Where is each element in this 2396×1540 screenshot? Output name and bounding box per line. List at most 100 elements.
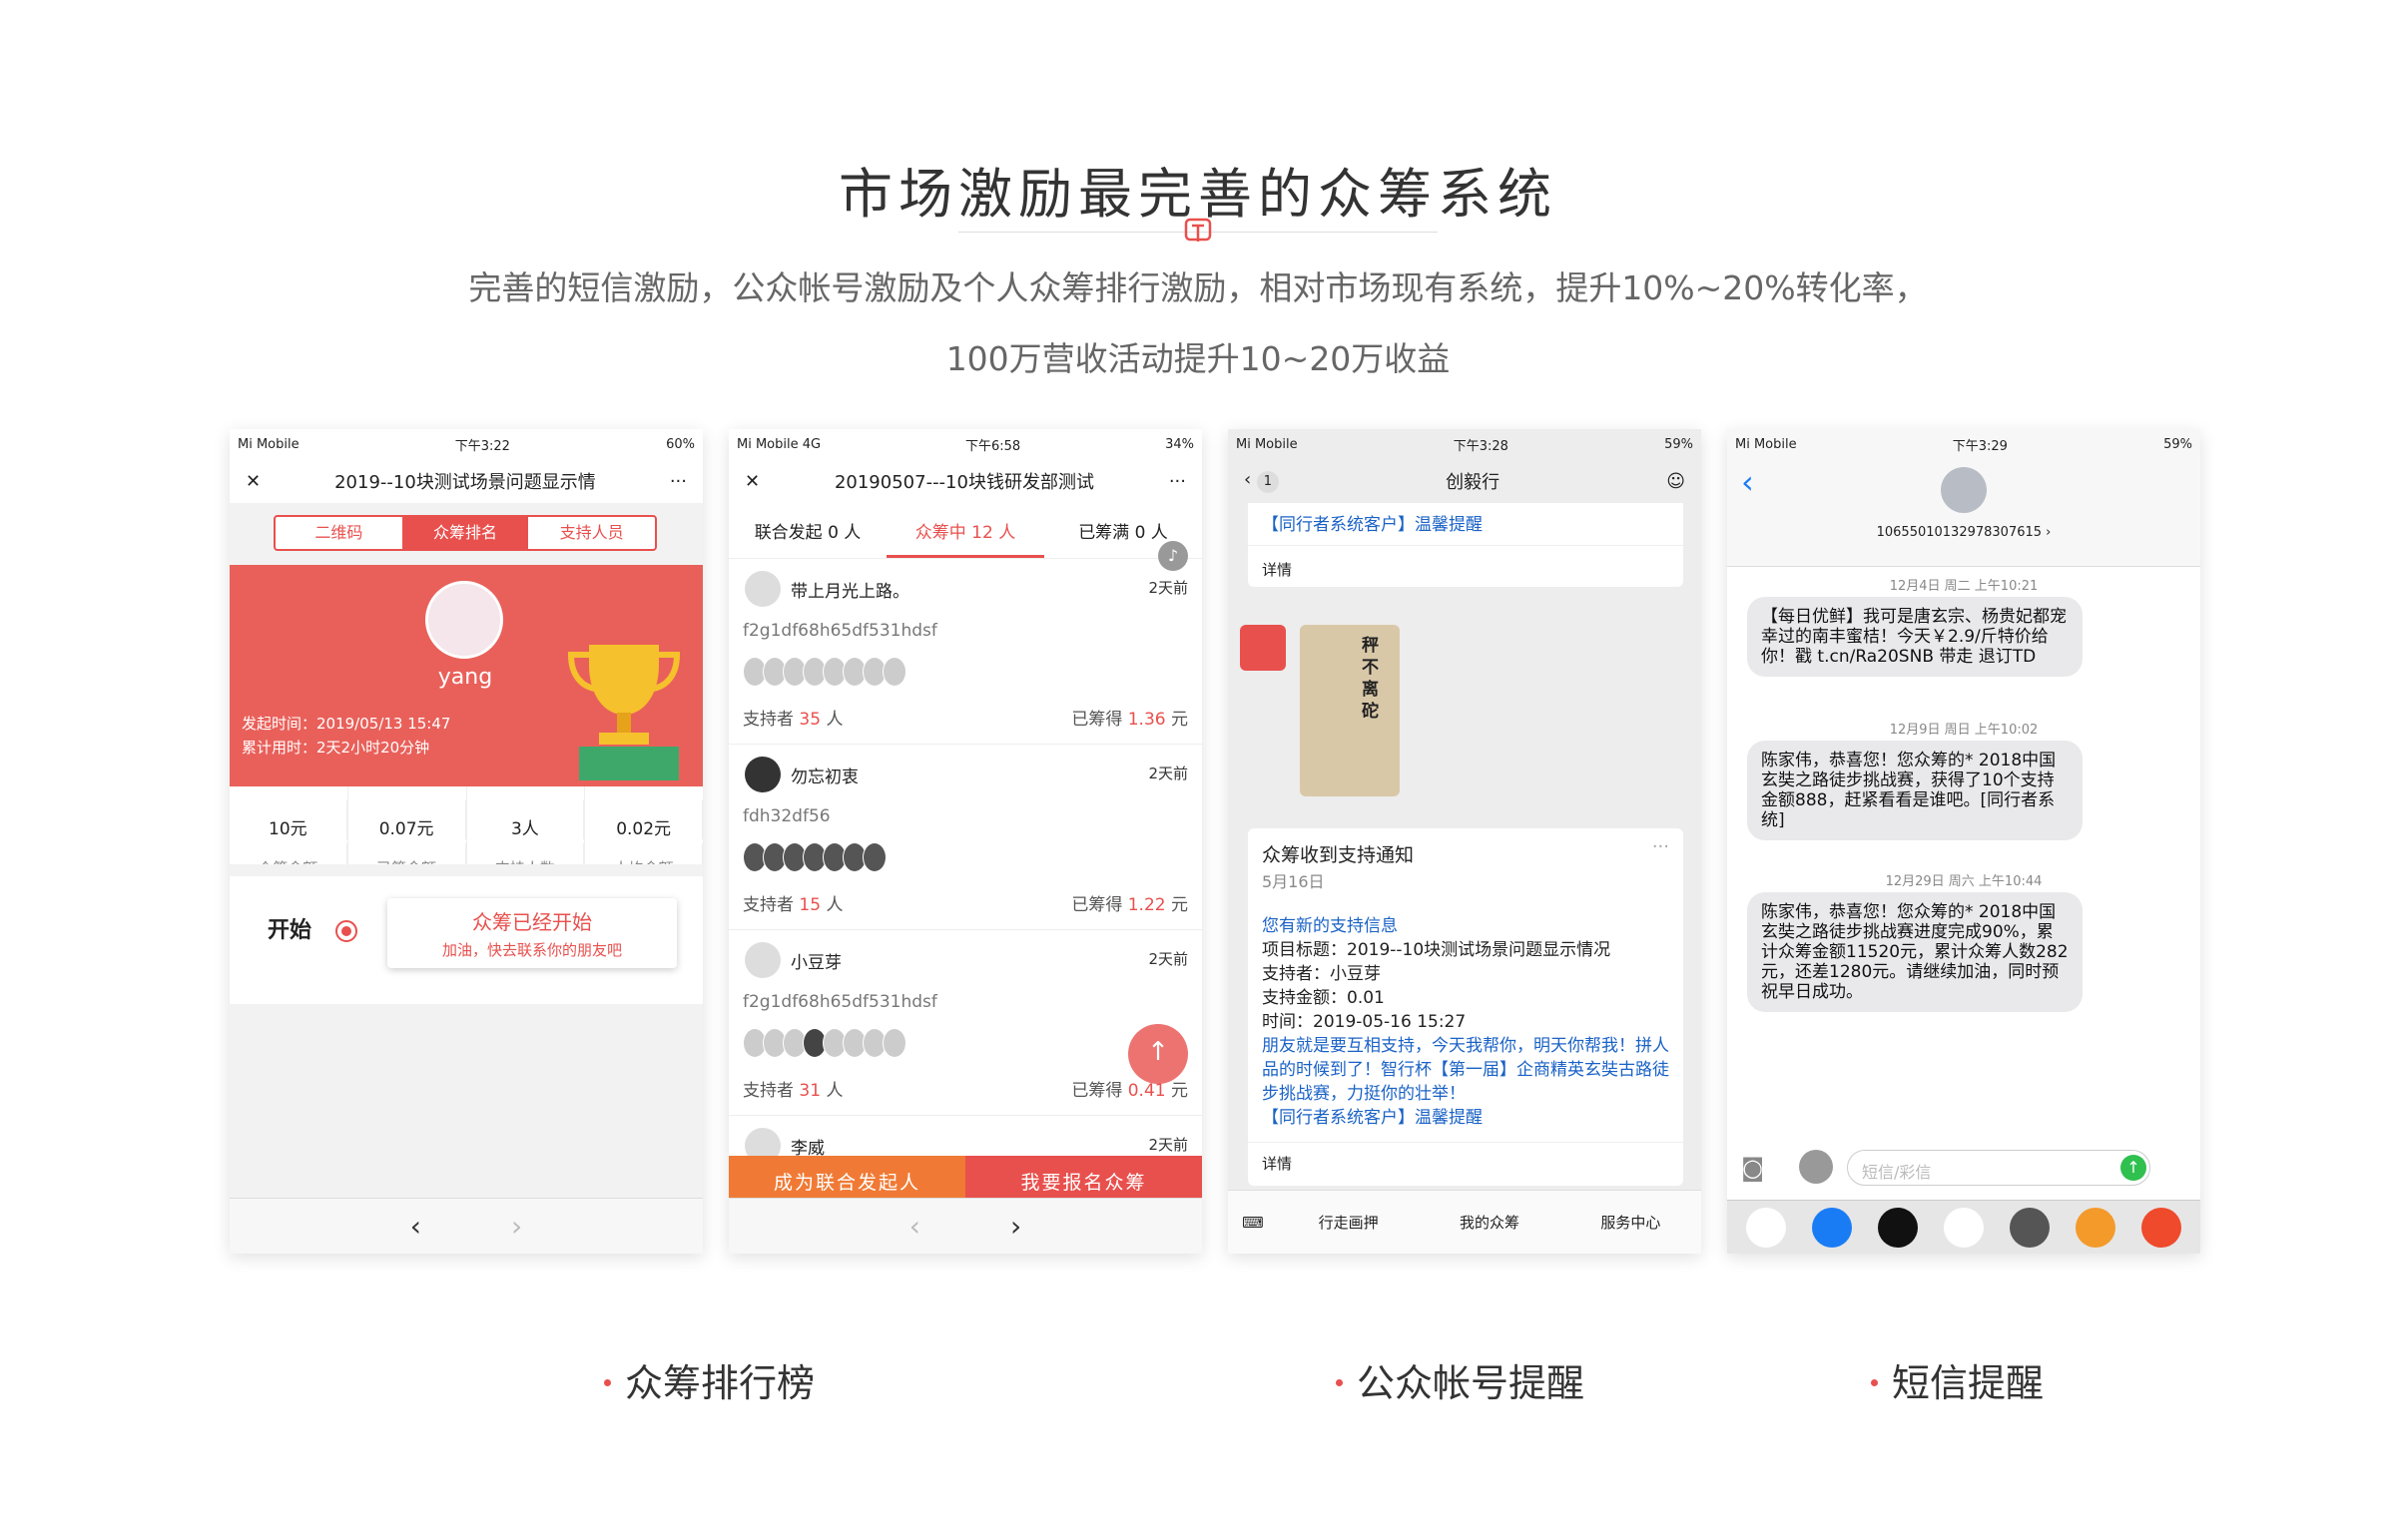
tab-in-progress[interactable]: 众筹中 12 人 xyxy=(887,518,1044,558)
game-icon[interactable] xyxy=(2076,1207,2115,1248)
stats-row: 10元众筹金额 0.07元已筹金额 3人支持人数 0.02元人均金额 xyxy=(230,786,703,878)
supporter-avatars xyxy=(743,842,887,872)
music-icon[interactable] xyxy=(1944,1207,1984,1248)
app-store-icon[interactable] xyxy=(1799,1150,1833,1184)
back-icon[interactable]: ‹ xyxy=(909,1210,920,1243)
phone-ranking: Mi Mobile 下午3:22 60% ✕ 2019--10块测试场景问题显示情 … xyxy=(230,429,703,1254)
avatar xyxy=(745,942,781,978)
nav-bar: ✕ 20190507---10块钱研发部测试 ··· xyxy=(729,459,1202,503)
start-label: 开始 xyxy=(268,918,312,943)
keyboard-icon[interactable]: ⌨ xyxy=(1228,1214,1278,1232)
sms-input[interactable]: 短信/彩信 xyxy=(1847,1150,2150,1186)
previous-message-card[interactable]: 【同行者系统客户】温馨提醒 详情 xyxy=(1248,503,1683,587)
account-avatar-icon xyxy=(1240,625,1286,671)
timeline-dot-icon xyxy=(335,920,357,942)
more-icon[interactable]: ··· xyxy=(670,471,687,492)
digital-touch-icon[interactable] xyxy=(1878,1207,1918,1248)
status-bar: Mi Mobile 4G 下午6:58 34% xyxy=(729,429,1202,459)
back-icon[interactable]: ‹ xyxy=(410,1210,421,1243)
subtitle-line-1: 完善的短信激励，公众帐号激励及个人众筹排行激励，相对市场现有系统，提升10%~2… xyxy=(468,268,1928,307)
close-icon[interactable]: ✕ xyxy=(246,471,261,492)
card-body: 您有新的支持信息 项目标题：2019--10块测试场景问题显示情况 支持者：小豆… xyxy=(1262,916,1669,1128)
menu-my-crowdfund[interactable]: 我的众筹 xyxy=(1419,1212,1559,1233)
nav-title: 2019--10块测试场景问题显示情 xyxy=(334,472,596,493)
subtitle-line-2: 100万营收活动提升10~20万收益 xyxy=(945,339,1451,378)
status-bar: Mi Mobile 下午3:22 60% xyxy=(230,429,703,459)
item-code: f2g1df68h65df531hdsf xyxy=(743,621,937,641)
detail-link[interactable]: 详情 xyxy=(1248,1142,1683,1184)
forward-icon[interactable]: › xyxy=(1010,1210,1021,1243)
raised-amount: 已筹得 1.22 元 xyxy=(1071,895,1188,915)
sender-number[interactable]: 10655010132978307615 › xyxy=(1727,525,2200,540)
item-code: fdh32df56 xyxy=(743,806,831,826)
phone-official-account: Mi Mobile 下午3:28 59% ‹ 1 创毅行 ☺ 【同行者系统客户】温馨… xyxy=(1228,429,1701,1254)
phone-sms: Mi Mobile 下午3:29 59% ‹ 1065501013297830761… xyxy=(1727,429,2200,1254)
supporter-count: 支持者 15 人 xyxy=(743,895,844,915)
item-code: f2g1df68h65df531hdsf xyxy=(743,992,937,1012)
message-timestamp: 12月29日 周六 上午10:44 xyxy=(1885,874,2043,889)
close-icon[interactable]: ✕ xyxy=(745,471,760,492)
message-timestamp: 12月9日 周日 上午10:02 xyxy=(1889,723,2039,738)
message-timestamp: 12月4日 周二 上午10:21 xyxy=(1889,579,2039,594)
list-item[interactable]: 带上月光上路。 2天前 f2g1df68h65df531hdsf 支持者 35 … xyxy=(729,559,1202,745)
segmented-tabs: 二维码 众筹排名 支持人员 xyxy=(274,515,657,551)
item-time: 2天前 xyxy=(1148,950,1188,968)
phone-crowdfund-list: Mi Mobile 4G 下午6:58 34% ✕ 20190507---10块钱研… xyxy=(729,429,1202,1254)
stat-average: 0.02元人均金额 xyxy=(585,786,703,878)
notification-card[interactable]: 众筹收到支持通知 ··· 5月16日 您有新的支持信息 项目标题：2019--1… xyxy=(1248,828,1683,1186)
stat-raised: 0.07元已筹金额 xyxy=(348,786,467,878)
account-menu: ⌨ 行走画押 我的众筹 服务中心 xyxy=(1228,1190,1701,1254)
tab-supporters[interactable]: 支持人员 xyxy=(528,517,655,549)
appstore-icon[interactable] xyxy=(1812,1207,1852,1248)
previous-message-link[interactable]: 【同行者系统客户】温馨提醒 xyxy=(1248,503,1683,537)
start-time: 发起时间：2019/05/13 15:47 xyxy=(242,715,451,733)
item-time: 2天前 xyxy=(1148,579,1188,597)
nav-title: 创毅行 xyxy=(1446,472,1500,493)
tab-co-initiators[interactable]: 联合发起 0 人 xyxy=(729,518,887,543)
stat-supporters: 3人支持人数 xyxy=(467,786,586,878)
contact-avatar xyxy=(1941,467,1987,513)
list-item[interactable]: 小豆芽 2天前 f2g1df68h65df531hdsf 支持者 31 人 已筹… xyxy=(729,930,1202,1116)
back-icon[interactable]: ‹ 1 xyxy=(1244,469,1279,493)
item-name: 带上月光上路。 xyxy=(791,582,909,602)
notice-title: 众筹已经开始 xyxy=(472,910,592,934)
camera-icon[interactable]: ◙ xyxy=(1741,1154,1764,1182)
browser-toolbar: ‹ › xyxy=(230,1198,703,1254)
list-item[interactable]: 勿忘初衷 2天前 fdh32df56 支持者 15 人 已筹得 1.22 元 xyxy=(729,745,1202,930)
more-icon[interactable]: ··· xyxy=(1169,471,1186,492)
avatar xyxy=(425,581,503,659)
music-icon[interactable]: ♪ xyxy=(1158,541,1188,571)
detail-link[interactable]: 详情 xyxy=(1248,545,1683,594)
item-name: 小豆芽 xyxy=(791,953,842,973)
kuaishou-icon[interactable] xyxy=(2010,1207,2050,1248)
message-bubble[interactable]: 【每日优鲜】我可是唐玄宗、杨贵妃都宠幸过的南丰蜜桔！今天￥2.9/斤特价给你！戳… xyxy=(1747,597,2083,677)
photos-icon[interactable] xyxy=(1746,1207,1786,1248)
menu-service[interactable]: 服务中心 xyxy=(1560,1212,1701,1233)
nav-title: 20190507---10块钱研发部测试 xyxy=(834,472,1094,493)
recorder-icon[interactable] xyxy=(2141,1207,2181,1248)
more-icon[interactable]: ··· xyxy=(1652,836,1669,857)
supporter-avatars xyxy=(743,657,906,687)
scroll-top-icon[interactable]: ↑ xyxy=(1128,1024,1188,1084)
supporter-count: 支持者 35 人 xyxy=(743,710,844,730)
tab-qrcode[interactable]: 二维码 xyxy=(276,517,402,549)
tab-completed[interactable]: 已筹满 0 人 xyxy=(1044,518,1202,543)
message-bubble[interactable]: 陈家伟，恭喜您！您众筹的* 2018中国玄奘之路徒步挑战赛，获得了10个支持金额… xyxy=(1747,741,2083,840)
unread-badge: 1 xyxy=(1256,471,1279,493)
poster-image[interactable]: 秤不离砣 xyxy=(1300,625,1400,796)
status-bar: Mi Mobile 下午3:28 59% xyxy=(1228,429,1701,459)
status-tabs: 联合发起 0 人 众筹中 12 人 已筹满 0 人 xyxy=(729,503,1202,559)
elapsed-time: 累计用时：2天2小时20分钟 xyxy=(242,739,430,757)
forward-icon[interactable]: › xyxy=(511,1210,522,1243)
send-icon[interactable]: ↑ xyxy=(2120,1155,2146,1181)
tab-ranking[interactable]: 众筹排名 xyxy=(401,517,529,549)
item-name: 勿忘初衷 xyxy=(791,768,859,787)
supporter-count: 支持者 31 人 xyxy=(743,1081,844,1101)
profile-banner: yang 发起时间：2019/05/13 15:47 累计用时：2天2小时20分… xyxy=(230,565,703,786)
profile-icon[interactable]: ☺ xyxy=(1666,471,1685,492)
back-icon[interactable]: ‹ xyxy=(1741,463,1754,501)
menu-walk[interactable]: 行走画押 xyxy=(1278,1212,1419,1233)
notice-subtitle: 加油，快去联系你的朋友吧 xyxy=(441,941,622,959)
message-bubble[interactable]: 陈家伟，恭喜您！您众筹的* 2018中国玄奘之路徒步挑战赛进度完成90%，累计众… xyxy=(1747,892,2083,1012)
card-date: 5月16日 xyxy=(1262,872,1325,891)
